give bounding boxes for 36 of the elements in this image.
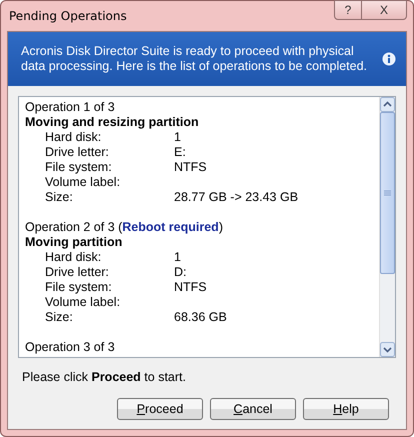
dialog-button[interactable]: Help bbox=[303, 398, 389, 420]
field-value: 1 bbox=[174, 130, 181, 145]
operation-title: Operation 1 of 3 bbox=[25, 100, 116, 115]
field-label: Size: bbox=[45, 310, 74, 325]
operation-action: Moving partition bbox=[25, 235, 124, 250]
field-value: 68.36 GB bbox=[174, 310, 227, 325]
field-label: Volume label: bbox=[45, 175, 122, 190]
scroll-thumb[interactable] bbox=[380, 112, 395, 274]
field-label: Volume label: bbox=[45, 295, 122, 310]
field-label: Size: bbox=[45, 190, 74, 205]
dialog-button[interactable]: Proceed bbox=[117, 398, 203, 420]
scroll-down-icon[interactable] bbox=[380, 342, 395, 357]
help-button[interactable]: ? bbox=[334, 0, 362, 20]
close-button[interactable]: X bbox=[362, 0, 407, 20]
field-label: Hard disk: bbox=[45, 250, 102, 265]
field-label: File system: bbox=[45, 160, 113, 175]
field-label: Drive letter: bbox=[45, 265, 110, 280]
field-value: D: bbox=[174, 265, 186, 280]
header-message: Acronis Disk Director Suite is ready to proceed with physical data processing. Here is the list of operations to be completed. bbox=[21, 44, 368, 74]
scroll-up-icon[interactable] bbox=[380, 97, 395, 112]
info-icon bbox=[382, 52, 396, 66]
dialog-button[interactable]: Cancel bbox=[210, 398, 296, 420]
operation-title: Operation 3 of 3 bbox=[25, 340, 116, 355]
field-label: Drive letter: bbox=[45, 145, 110, 160]
field-value: 28.77 GB -> 23.43 GB bbox=[174, 190, 298, 205]
instruction-text: Please click Proceed to start. bbox=[22, 370, 187, 384]
field-value: NTFS bbox=[174, 160, 207, 175]
scrollbar[interactable] bbox=[379, 97, 395, 357]
field-value: 1 bbox=[174, 250, 181, 265]
field-value: NTFS bbox=[174, 280, 207, 295]
operation-title: Operation 2 of 3 (Reboot required) bbox=[25, 220, 224, 235]
window-title: Pending Operations bbox=[8, 8, 127, 23]
operation-action: Moving and resizing partition bbox=[25, 115, 200, 130]
field-value: E: bbox=[174, 145, 186, 160]
field-label: File system: bbox=[45, 280, 113, 295]
field-label: Hard disk: bbox=[45, 130, 102, 145]
